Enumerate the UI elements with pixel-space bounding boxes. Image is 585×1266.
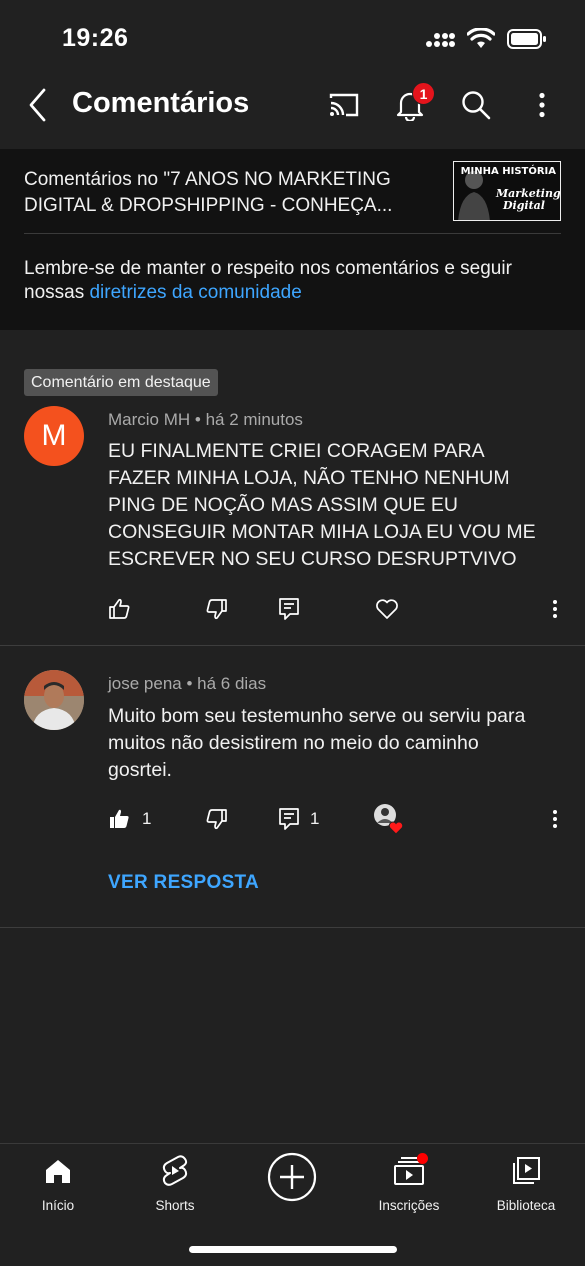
- comment-text: Muito bom seu testemunho serve ou serviu…: [108, 705, 526, 781]
- creator-heart-icon: [374, 804, 404, 835]
- nav-item-home[interactable]: Início: [3, 1154, 113, 1220]
- video-title[interactable]: Comentários no "7 ANOS NO MARKETING DIGI…: [24, 167, 424, 219]
- view-replies-button[interactable]: VER RESPOSTA: [108, 872, 259, 894]
- comment-author[interactable]: Marcio MH: [108, 410, 190, 429]
- nav-label: Início: [41, 1198, 75, 1213]
- status-bar: 19:26: [0, 0, 585, 75]
- community-guidelines-link[interactable]: diretrizes da comunidade: [89, 282, 301, 303]
- thumbs-down-icon: [206, 809, 227, 830]
- search-button[interactable]: [456, 85, 496, 125]
- back-button[interactable]: [18, 85, 58, 125]
- like-count: 1: [142, 809, 152, 828]
- comment-meta: jose pena • há 6 dias: [108, 674, 266, 694]
- meta-separator: •: [181, 674, 198, 693]
- create-icon: [267, 1152, 317, 1202]
- creator-heart: [372, 804, 406, 835]
- comment-actions: [0, 594, 585, 624]
- guidelines-notice: Lembre-se de manter o respeito nos comen…: [24, 257, 564, 305]
- nav-label: Inscrições: [378, 1198, 440, 1213]
- cast-icon: [329, 93, 359, 117]
- wifi-icon: [467, 28, 495, 48]
- reply-count: 1: [310, 809, 320, 828]
- app-bar: Comentários 1: [0, 75, 585, 147]
- thumbs-up-icon: [109, 598, 130, 619]
- nav-label: Shorts: [155, 1198, 195, 1213]
- notifications-button[interactable]: 1: [390, 82, 435, 125]
- nav-item-shorts[interactable]: Shorts: [120, 1154, 230, 1220]
- comment-more-button[interactable]: [552, 804, 558, 834]
- video-thumbnail[interactable]: MINHA HISTÓRIA Marketing Digital: [453, 161, 561, 221]
- video-header-panel: Comentários no "7 ANOS NO MARKETING DIGI…: [0, 149, 585, 330]
- more-vertical-icon: [553, 810, 557, 828]
- reply-button[interactable]: 1: [278, 804, 319, 834]
- nav-item-create[interactable]: [237, 1152, 347, 1218]
- page-title: Comentários: [72, 87, 250, 119]
- comment-text: EU FINALMENTE CRIEI CORAGEM PARA FAZER M…: [108, 440, 536, 570]
- dislike-button[interactable]: [204, 804, 228, 834]
- notification-badge: 1: [412, 82, 435, 105]
- comment-meta: Marcio MH • há 2 minutos: [108, 410, 303, 430]
- divider: [24, 233, 561, 234]
- status-time: 19:26: [62, 24, 129, 52]
- comment-time: há 6 dias: [197, 674, 267, 693]
- chevron-left-icon: [29, 88, 46, 122]
- nav-item-subscriptions[interactable]: Inscrições: [354, 1153, 464, 1220]
- like-button[interactable]: [108, 594, 132, 624]
- avatar[interactable]: M: [24, 406, 84, 466]
- search-icon: [462, 91, 491, 120]
- thumbnail-text: MINHA HISTÓRIA: [460, 166, 556, 177]
- comment-actions: 1 1: [0, 804, 585, 835]
- reply-button[interactable]: [278, 594, 300, 624]
- reply-icon: [279, 598, 299, 620]
- thumbs-up-filled-icon: [110, 809, 129, 828]
- shorts-icon: [162, 1155, 188, 1186]
- nav-item-library[interactable]: Biblioteca: [471, 1154, 581, 1220]
- more-options-button[interactable]: [522, 85, 562, 125]
- new-content-dot: [417, 1153, 428, 1164]
- more-vertical-icon: [553, 600, 557, 618]
- dislike-button[interactable]: [204, 594, 228, 624]
- more-vertical-icon: [539, 92, 545, 118]
- avatar[interactable]: [24, 670, 84, 730]
- cast-button[interactable]: [324, 85, 364, 125]
- divider: [0, 645, 585, 646]
- meta-separator: •: [190, 410, 206, 429]
- user-photo-icon: [24, 670, 84, 730]
- comment-author[interactable]: jose pena: [108, 674, 182, 693]
- thumbnail-subtext: Marketing Digital: [496, 187, 561, 212]
- like-button[interactable]: 1: [108, 804, 151, 834]
- heart-icon: [376, 599, 398, 619]
- status-icons: [425, 28, 547, 50]
- avatar-letter: M: [41, 419, 67, 452]
- reply-icon: [279, 808, 299, 830]
- featured-comment-badge: Comentário em destaque: [24, 369, 218, 396]
- nav-label: Biblioteca: [496, 1198, 556, 1213]
- comment-time: há 2 minutos: [205, 410, 303, 429]
- thumbs-down-icon: [206, 599, 227, 620]
- comment-more-button[interactable]: [552, 594, 558, 624]
- cellular-signal-icon: [426, 33, 455, 47]
- heart-button[interactable]: [375, 594, 399, 624]
- battery-icon: [507, 29, 546, 49]
- library-icon: [513, 1157, 540, 1184]
- home-indicator[interactable]: [189, 1246, 397, 1253]
- home-icon: [46, 1160, 70, 1183]
- divider: [0, 927, 585, 928]
